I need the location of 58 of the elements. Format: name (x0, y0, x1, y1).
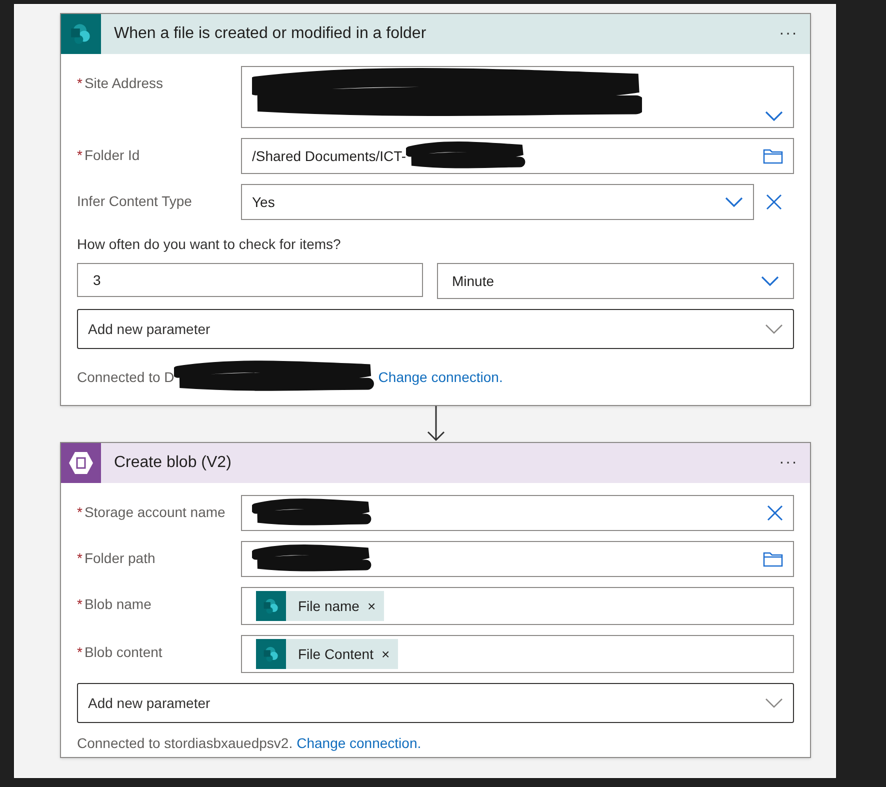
field-label: Infer Content Type (77, 192, 192, 211)
connector-arrow (426, 406, 446, 442)
frequency-dropdown[interactable]: Minute (437, 263, 794, 299)
more-options-button[interactable]: ··· (775, 451, 802, 475)
input-field[interactable] (241, 66, 794, 128)
input-field[interactable]: File Content × (241, 635, 794, 673)
field-label: How often do you want to check for items? (77, 235, 342, 254)
sharepoint-logo-icon (70, 23, 92, 45)
chevron-down-icon[interactable] (725, 197, 743, 207)
required-mark: * (77, 503, 82, 522)
token-chip[interactable]: File Content × (256, 639, 398, 669)
chevron-down-icon[interactable] (765, 111, 783, 121)
storage-hexagon-icon (68, 450, 94, 476)
required-mark: * (77, 146, 82, 165)
required-mark: * (77, 74, 82, 93)
field-value: Yes (252, 192, 275, 212)
clear-icon[interactable] (767, 505, 783, 521)
clear-icon[interactable] (766, 194, 782, 210)
chevron-down-icon (765, 698, 783, 708)
add-parameter-dropdown[interactable]: Add new parameter (77, 683, 794, 723)
card-title: When a file is created or modified in a folder (114, 24, 428, 44)
sharepoint-logo-icon (262, 646, 280, 662)
dropdown-value: Minute (452, 272, 494, 290)
connection-text: Connected to stordiasbxauedpsv2. (77, 734, 293, 753)
card-title: Create blob (V2) (114, 453, 232, 473)
sharepoint-logo-icon (262, 598, 280, 614)
field-label: Storage account name (84, 503, 226, 522)
token-chip[interactable]: File name × (256, 591, 384, 621)
dropdown-placeholder: Add new parameter (88, 694, 210, 713)
input-field[interactable]: /Shared Documents/ICT- (241, 138, 794, 174)
field-label: Folder path (84, 549, 156, 568)
input-field[interactable] (241, 541, 794, 577)
required-mark: * (77, 643, 82, 662)
required-mark: * (77, 595, 82, 614)
add-parameter-dropdown[interactable]: Add new parameter (77, 309, 794, 349)
folder-icon[interactable] (763, 148, 783, 164)
remove-token-button[interactable]: × (381, 644, 390, 664)
change-connection-link[interactable]: Change connection. (378, 366, 503, 388)
chevron-down-icon (765, 324, 783, 334)
input-field[interactable] (241, 495, 794, 531)
more-options-button[interactable]: ··· (775, 22, 802, 46)
input-field[interactable]: Yes (241, 184, 754, 220)
change-connection-link[interactable]: Change connection. (296, 732, 422, 754)
token-label: File Content (298, 644, 374, 664)
folder-icon[interactable] (763, 551, 783, 567)
input-field[interactable]: File name × (241, 587, 794, 625)
remove-token-button[interactable]: × (367, 596, 376, 616)
required-mark: * (77, 549, 82, 568)
dropdown-placeholder: Add new parameter (88, 320, 210, 339)
field-label: Blob name (84, 595, 152, 614)
token-label: File name (298, 596, 360, 616)
interval-input[interactable]: 3 (77, 263, 423, 297)
field-label: Folder Id (84, 146, 140, 165)
chevron-down-icon[interactable] (761, 276, 779, 286)
connection-text: Connected to D (77, 368, 174, 386)
field-value: /Shared Documents/ICT- (252, 146, 406, 166)
field-label: Site Address (84, 74, 164, 93)
field-label: Blob content (84, 643, 162, 662)
